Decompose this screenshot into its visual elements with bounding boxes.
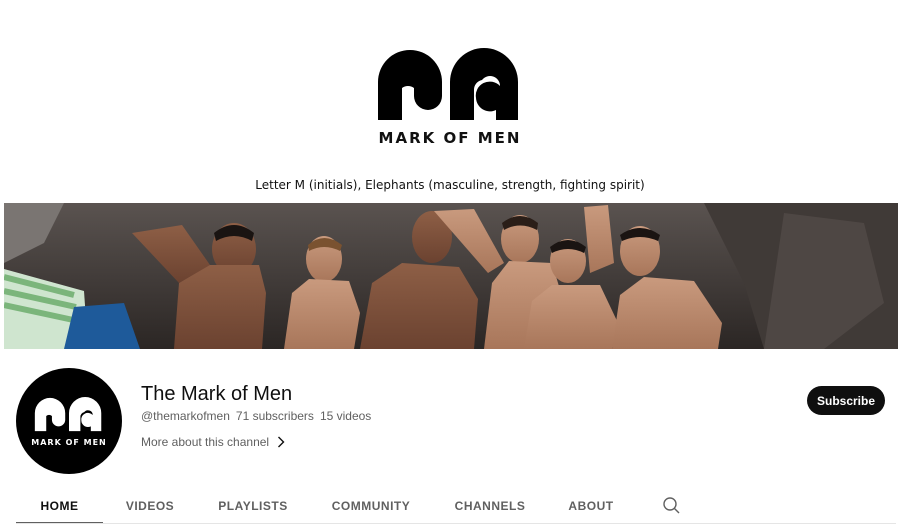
- more-about-link[interactable]: More about this channel: [141, 435, 285, 449]
- channel-tabs: HOME VIDEOS PLAYLISTS COMMUNITY CHANNELS…: [16, 487, 635, 524]
- chevron-right-icon: [278, 436, 285, 448]
- channel-meta: @themarkofmen 71 subscribers 15 videos: [141, 409, 371, 423]
- tab-channels[interactable]: CHANNELS: [433, 487, 547, 524]
- brand-logo: MARK OF MEN: [372, 46, 528, 150]
- tab-playlists[interactable]: PLAYLISTS: [197, 487, 309, 524]
- channel-avatar[interactable]: MARK OF MEN: [16, 368, 122, 474]
- mark-of-men-logo-icon: [378, 48, 518, 120]
- channel-search-button[interactable]: [660, 494, 684, 518]
- tab-community[interactable]: COMMUNITY: [309, 487, 433, 524]
- tab-videos[interactable]: VIDEOS: [103, 487, 197, 524]
- channel-handle: @themarkofmen: [141, 409, 230, 423]
- brand-text: MARK OF MEN: [378, 129, 522, 147]
- tab-about[interactable]: ABOUT: [547, 487, 635, 524]
- subscribe-button[interactable]: Subscribe: [807, 386, 885, 415]
- subscriber-count: 71 subscribers: [235, 409, 314, 423]
- tab-home[interactable]: HOME: [16, 487, 103, 524]
- video-count: 15 videos: [319, 409, 372, 423]
- mark-of-men-avatar-icon: [34, 396, 102, 432]
- logo-caption: Letter M (initials), Elephants (masculin…: [255, 178, 645, 192]
- search-icon: [663, 497, 680, 514]
- avatar-text: MARK OF MEN: [31, 438, 107, 447]
- more-about-label: More about this channel: [141, 435, 270, 449]
- channel-banner: [4, 203, 898, 349]
- tabs-divider: [16, 523, 896, 524]
- channel-name: The Mark of Men: [141, 383, 293, 405]
- group-photo-banner-icon: [4, 203, 898, 349]
